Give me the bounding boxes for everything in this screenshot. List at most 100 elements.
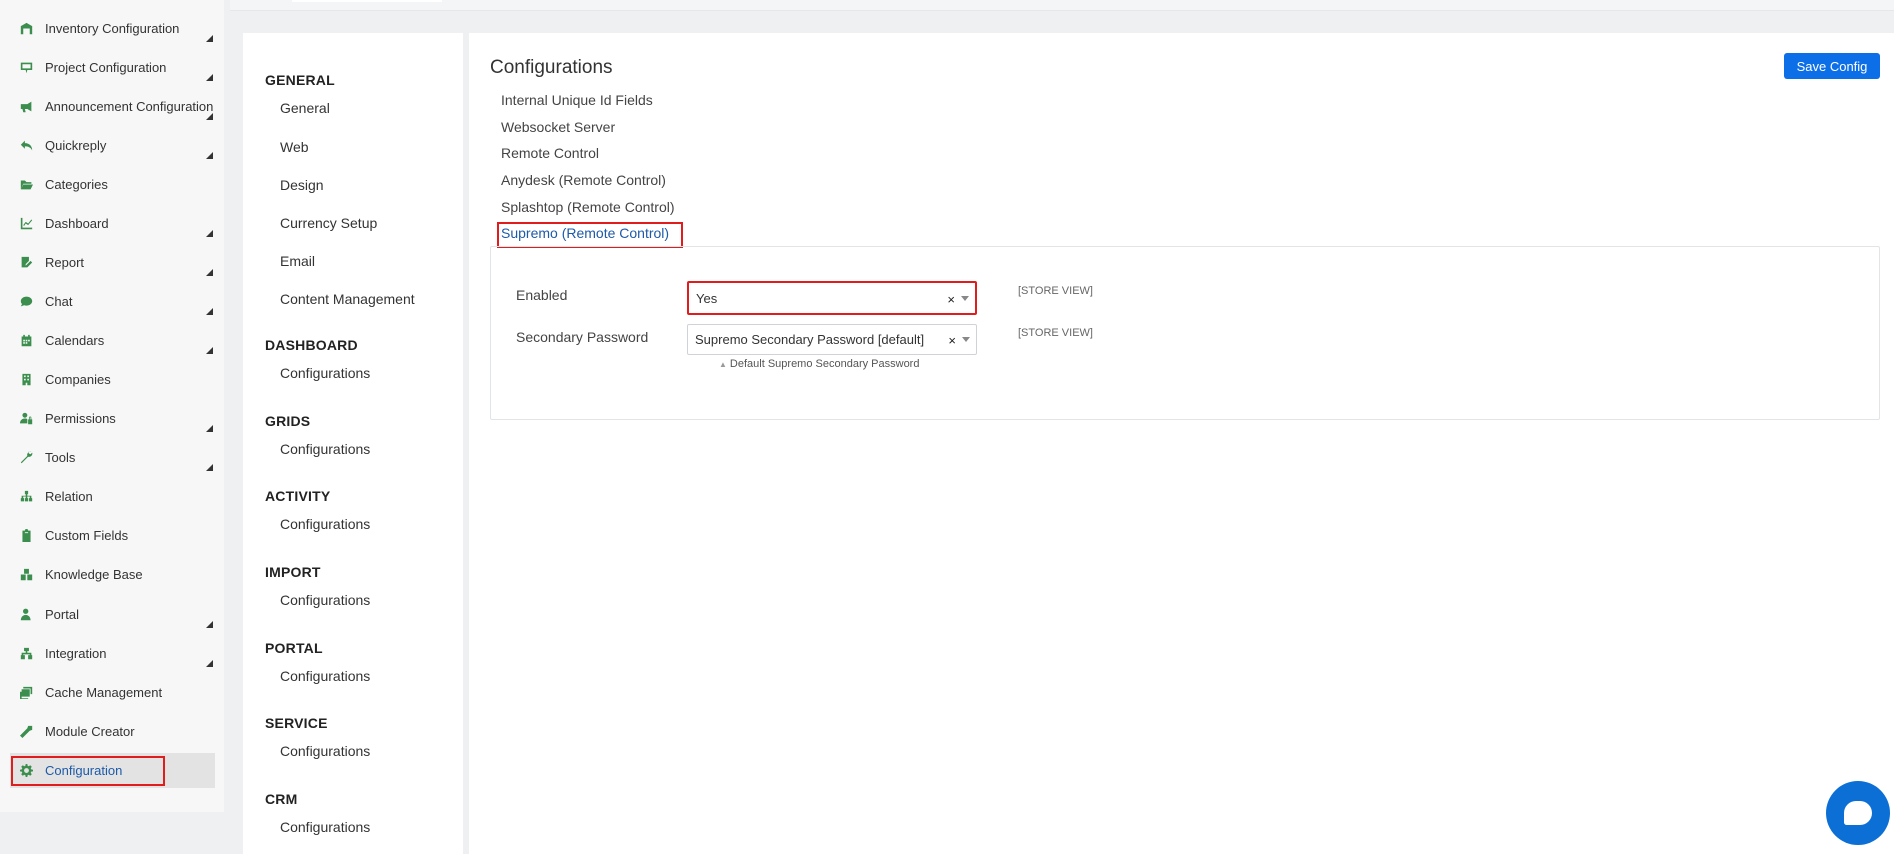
warehouse-icon xyxy=(18,21,34,37)
boxes-icon xyxy=(18,567,34,583)
nav-link-dashboard-configurations[interactable]: Configurations xyxy=(280,365,370,381)
sidebar-item-dashboard[interactable]: Dashboard xyxy=(10,206,215,241)
sidebar-item-cache-management[interactable]: Cache Management xyxy=(10,675,215,710)
user-icon xyxy=(18,607,34,623)
section-remote-control[interactable]: Remote Control xyxy=(501,145,599,161)
secondary-password-select-value: Supremo Secondary Password [default] xyxy=(695,332,925,347)
sidebar-item-label: Report xyxy=(45,255,85,270)
sidebar-item-label: Module Creator xyxy=(45,724,135,739)
nav-heading-portal: PORTAL xyxy=(265,640,323,656)
sidebar-item-relation[interactable]: Relation xyxy=(10,479,215,514)
expand-arrow-icon[interactable] xyxy=(206,113,213,120)
field-hint-text: Default Supremo Secondary Password xyxy=(729,358,920,370)
sidebar-item-chat[interactable]: Chat xyxy=(10,284,215,319)
supremo-settings-form: Enabled Yes × [STORE VIEW] Secondary Pas… xyxy=(490,246,1880,420)
sidebar-item-knowledge-base[interactable]: Knowledge Base xyxy=(10,557,215,592)
sidebar-item-label: Tools xyxy=(45,450,76,465)
wrench-icon xyxy=(18,450,34,466)
page-title: Configurations xyxy=(490,57,613,78)
nav-link-grids-configurations[interactable]: Configurations xyxy=(280,441,370,457)
nav-link-design[interactable]: Design xyxy=(280,177,324,193)
sidebar-item-portal[interactable]: Portal xyxy=(10,597,215,632)
field-hint: ▲ Default Supremo Secondary Password xyxy=(719,358,919,370)
sidebar-item-label: Inventory Configuration xyxy=(45,21,180,36)
section-internal-unique-id-fields[interactable]: Internal Unique Id Fields xyxy=(501,92,653,108)
nav-link-general[interactable]: General xyxy=(280,100,330,116)
sidebar-item-label: Announcement Configuration xyxy=(45,99,214,114)
report-edit-icon xyxy=(18,255,34,271)
scope-label: [STORE VIEW] xyxy=(1018,285,1093,297)
nav-link-content-management[interactable]: Content Management xyxy=(280,291,415,307)
nav-link-portal-configurations[interactable]: Configurations xyxy=(280,668,370,684)
sidebar-item-tools[interactable]: Tools xyxy=(10,440,215,475)
expand-arrow-icon[interactable] xyxy=(206,621,213,628)
sidebar-item-permissions[interactable]: Permissions xyxy=(10,401,215,436)
sidebar-item-custom-fields[interactable]: Custom Fields xyxy=(10,518,215,553)
highlight-box xyxy=(11,756,165,786)
megaphone-icon xyxy=(18,99,34,115)
sidebar-item-label: Portal xyxy=(45,607,79,622)
nav-link-activity-configurations[interactable]: Configurations xyxy=(280,516,370,532)
sidebar-item-report[interactable]: Report xyxy=(10,245,215,280)
sidebar-item-label: Dashboard xyxy=(45,216,109,231)
expand-arrow-icon[interactable] xyxy=(206,230,213,237)
chat-widget-button[interactable] xyxy=(1826,781,1890,845)
folder-open-icon xyxy=(18,177,34,193)
sidebar-item-label: Companies xyxy=(45,372,111,387)
config-nav-panel: GENERAL General Web Design Currency Setu… xyxy=(243,33,463,854)
expand-arrow-icon[interactable] xyxy=(206,269,213,276)
sidebar-item-label: Relation xyxy=(45,489,93,504)
top-tab-edge xyxy=(292,0,442,2)
sidebar-item-categories[interactable]: Categories xyxy=(10,167,215,202)
expand-arrow-icon[interactable] xyxy=(206,347,213,354)
sidebar-item-label: Project Configuration xyxy=(45,60,167,75)
expand-arrow-icon[interactable] xyxy=(206,660,213,667)
presentation-icon xyxy=(18,60,34,76)
sidebar-item-configuration[interactable]: Configuration xyxy=(10,753,215,788)
expand-arrow-icon[interactable] xyxy=(206,308,213,315)
sidebar-item-inventory-configuration[interactable]: Inventory Configuration xyxy=(10,11,215,46)
network-icon xyxy=(18,646,34,662)
nav-link-import-configurations[interactable]: Configurations xyxy=(280,592,370,608)
layers-icon xyxy=(18,685,34,701)
triangle-up-icon: ▲ xyxy=(719,360,727,369)
section-splashtop-remote-control[interactable]: Splashtop (Remote Control) xyxy=(501,199,675,215)
building-icon xyxy=(18,372,34,388)
sidebar-item-label: Calendars xyxy=(45,333,105,348)
save-config-button[interactable]: Save Config xyxy=(1784,53,1880,79)
clear-icon[interactable]: × xyxy=(948,333,956,348)
chevron-down-icon[interactable] xyxy=(962,337,970,342)
section-anydesk-remote-control[interactable]: Anydesk (Remote Control) xyxy=(501,172,666,188)
chevron-down-icon[interactable] xyxy=(961,296,969,301)
sidebar-item-announcement-configuration[interactable]: Announcement Configuration xyxy=(10,89,215,124)
sidebar-item-project-configuration[interactable]: Project Configuration xyxy=(10,50,215,85)
nav-link-email[interactable]: Email xyxy=(280,253,315,269)
main-panel: Configurations Save Config Internal Uniq… xyxy=(469,33,1894,854)
sidebar-item-calendars[interactable]: Calendars xyxy=(10,323,215,358)
chat-icon xyxy=(1844,801,1872,825)
nav-heading-crm: CRM xyxy=(265,791,298,807)
nav-link-web[interactable]: Web xyxy=(280,139,309,155)
sidebar-item-label: Categories xyxy=(45,177,108,192)
sidebar-item-companies[interactable]: Companies xyxy=(10,362,215,397)
secondary-password-select[interactable]: Supremo Secondary Password [default] × xyxy=(687,324,977,355)
nav-link-currency-setup[interactable]: Currency Setup xyxy=(280,215,377,231)
sidebar-item-quickreply[interactable]: Quickreply xyxy=(10,128,215,163)
scope-label: [STORE VIEW] xyxy=(1018,327,1093,339)
enabled-select[interactable]: Yes × xyxy=(687,281,977,315)
sidebar-item-label: Chat xyxy=(45,294,73,309)
expand-arrow-icon[interactable] xyxy=(206,74,213,81)
expand-arrow-icon[interactable] xyxy=(206,464,213,471)
expand-arrow-icon[interactable] xyxy=(206,425,213,432)
enabled-select-value: Yes xyxy=(696,290,718,306)
sidebar-item-module-creator[interactable]: Module Creator xyxy=(10,714,215,749)
section-websocket-server[interactable]: Websocket Server xyxy=(501,119,615,135)
nav-heading-activity: ACTIVITY xyxy=(265,488,331,504)
expand-arrow-icon[interactable] xyxy=(206,152,213,159)
expand-arrow-icon[interactable] xyxy=(206,35,213,42)
nav-link-crm-configurations[interactable]: Configurations xyxy=(280,819,370,835)
sidebar-item-integration[interactable]: Integration xyxy=(10,636,215,671)
nav-link-service-configurations[interactable]: Configurations xyxy=(280,743,370,759)
sidebar-item-label: Knowledge Base xyxy=(45,567,143,582)
clear-icon[interactable]: × xyxy=(947,292,955,307)
